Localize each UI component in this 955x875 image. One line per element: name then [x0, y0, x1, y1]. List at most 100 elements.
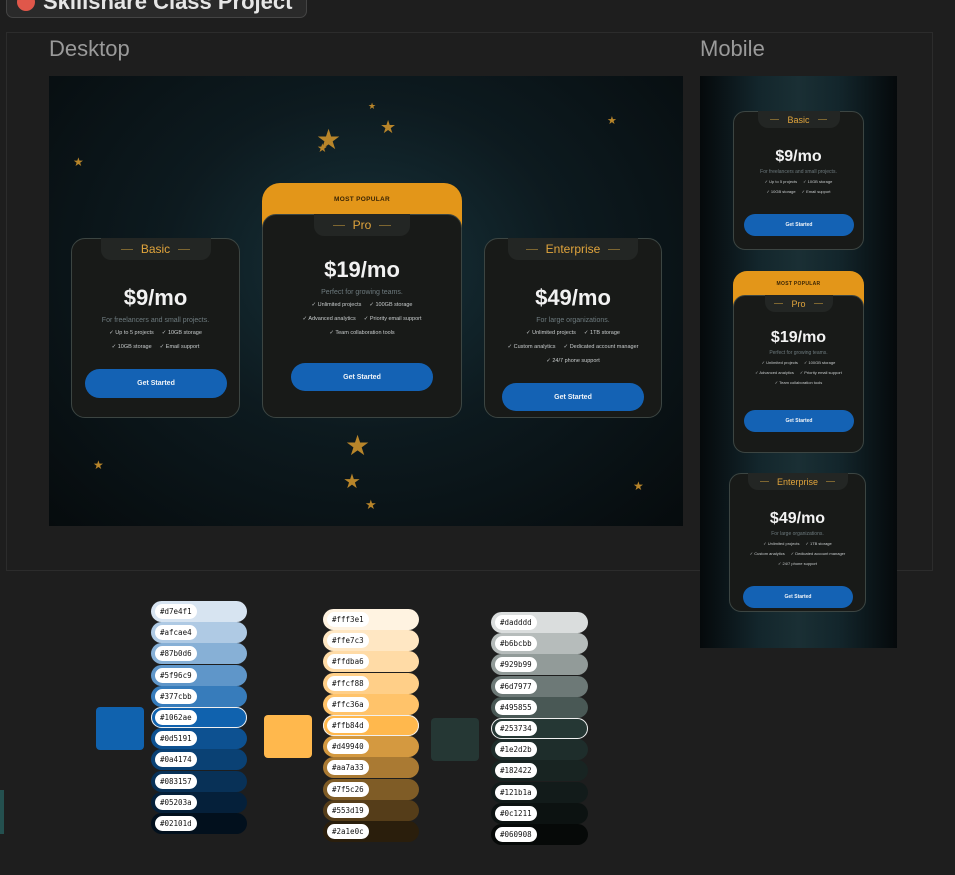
gray-shade-row[interactable]: #929b99	[491, 654, 588, 676]
blue-shade-row[interactable]: #1062ae	[151, 707, 247, 728]
feature-row: ✓ 10GB storage ✓ Email support	[72, 344, 239, 350]
gray-shade-row[interactable]: #495855	[491, 696, 588, 718]
blue-shade-row[interactable]: #05203a	[151, 791, 247, 813]
enterprise-plan-card: Enterprise $49/mo For large organization…	[484, 238, 662, 418]
star-icon: ★	[380, 117, 397, 137]
hex-code-label: #0c1211	[495, 805, 537, 821]
mobile-basic-plan-tab: Basic	[757, 111, 840, 128]
hex-code-label: #b6bcbb	[495, 636, 537, 652]
hex-code-label: #182422	[495, 763, 537, 779]
feature-item: ✓ 1TB storage	[805, 541, 832, 546]
blue-shade-row[interactable]: #d7e4f1	[151, 601, 247, 622]
blue-shade-row[interactable]: #87b0d6	[151, 643, 247, 665]
gray-shade-row[interactable]: #060908	[491, 824, 588, 845]
blue-shade-row[interactable]: #afcae4	[151, 622, 247, 644]
feature-item: ✓ Email support	[159, 344, 200, 350]
orange-shade-row[interactable]: #ffb84d	[323, 715, 419, 736]
star-icon: ★	[633, 479, 644, 493]
feature-row: ✓ Unlimited projects ✓ 1TB storage	[485, 330, 661, 336]
hex-code-label: #fff3e1	[327, 612, 369, 627]
pro-get-started-button[interactable]: Get Started	[291, 363, 433, 391]
mobile-basic-plan-card: Basic $9/mo For freelancers and small pr…	[733, 111, 864, 250]
feature-row: ✓ Unlimited projects ✓ 1TB storage	[730, 541, 865, 546]
gray-shade-row[interactable]: #b6bcbb	[491, 633, 588, 655]
gray-shade-row[interactable]: #dadddd	[491, 612, 588, 633]
orange-shade-row[interactable]: #d49940	[323, 736, 419, 758]
gray-shade-row[interactable]: #121b1a	[491, 781, 588, 803]
feature-row: ✓ Team collaboration tools	[734, 380, 863, 385]
feature-row: ✓ Advanced analytics ✓ Priority email su…	[263, 316, 461, 322]
plan-price: $9/mo	[123, 285, 188, 310]
mobile-enterprise-get-started-button[interactable]: Get Started	[743, 586, 853, 608]
blue-shade-row[interactable]: #0a4174	[151, 749, 247, 771]
gray-base-swatch[interactable]	[431, 718, 479, 761]
feature-row: ✓ Up to 5 projects ✓ 10GB storage	[734, 179, 863, 184]
basic-plan-card: Basic $9/mo For freelancers and small pr…	[71, 238, 240, 418]
orange-shade-row[interactable]: #ffe7c3	[323, 630, 419, 652]
gray-shade-row[interactable]: #1e2d2b	[491, 739, 588, 761]
hex-code-label: #5f96c9	[155, 667, 197, 683]
orange-shade-row[interactable]: #ffc36a	[323, 693, 419, 715]
feature-item: ✓ 24/7 phone support	[778, 561, 817, 566]
feature-item: ✓ 100GB storage	[369, 302, 413, 308]
hex-code-label: #929b99	[495, 657, 537, 673]
feature-item: ✓ Priority email support	[799, 370, 842, 375]
feature-item: ✓ 1TB storage	[583, 330, 620, 336]
star-icon: ★	[368, 101, 377, 111]
orange-shade-row[interactable]: #aa7a33	[323, 757, 419, 779]
pro-plan-tab: Pro	[314, 214, 410, 236]
hex-code-label: #afcae4	[155, 625, 197, 641]
hex-code-label: #1062ae	[155, 710, 197, 725]
feature-item: ✓ Dedicated account manager	[563, 344, 639, 350]
orange-shade-row[interactable]: #ffcf88	[323, 672, 419, 694]
feature-item: ✓ 10GB storage	[766, 189, 796, 194]
desktop-artboard[interactable]: ★ ★ ★ ★ ★ ★ ★ ★ ★ ★ ★ Basic $9/mo For fr…	[49, 76, 683, 526]
feature-item: ✓ Dedicated account manager	[790, 551, 846, 556]
orange-base-swatch[interactable]	[264, 715, 312, 758]
enterprise-get-started-button[interactable]: Get Started	[502, 383, 644, 411]
mobile-artboard[interactable]: Basic $9/mo For freelancers and small pr…	[700, 76, 897, 648]
feature-item: ✓ 100GB storage	[803, 360, 836, 365]
plan-tagline: Perfect for growing teams.	[321, 289, 403, 296]
blue-shade-row[interactable]: #0d5191	[151, 728, 247, 750]
basic-get-started-button[interactable]: Get Started	[85, 369, 227, 398]
orange-shade-row[interactable]: #fff3e1	[323, 609, 419, 630]
project-title-tag[interactable]: Skillshare Class Project	[6, 0, 308, 18]
plan-name: Basic	[140, 242, 171, 256]
feature-item: ✓ Email support	[801, 189, 831, 194]
feature-item: ✓ Up to 5 projects	[109, 330, 154, 336]
hex-code-label: #d49940	[327, 739, 369, 755]
blue-base-swatch[interactable]	[96, 707, 144, 750]
hex-code-label: #495855	[495, 699, 537, 715]
mobile-basic-get-started-button[interactable]: Get Started	[744, 214, 854, 236]
gray-shade-row[interactable]: #182422	[491, 760, 588, 782]
feature-item: ✓ Priority email support	[363, 316, 422, 322]
hex-code-label: #02101d	[155, 816, 197, 831]
feature-row: ✓ 24/7 phone support	[485, 358, 661, 364]
orange-shade-row[interactable]: #553d19	[323, 799, 419, 821]
star-icon: ★	[345, 430, 371, 461]
plan-price: $9/mo	[775, 148, 822, 165]
mobile-enterprise-plan-card: Enterprise $49/mo For large organization…	[729, 473, 866, 612]
blue-shade-row[interactable]: #02101d	[151, 813, 247, 834]
orange-shade-row[interactable]: #7f5c26	[323, 778, 419, 800]
blue-shade-row[interactable]: #5f96c9	[151, 664, 247, 686]
orange-shade-row[interactable]: #2a1e0c	[323, 821, 419, 842]
feature-row: ✓ Custom analytics ✓ Dedicated account m…	[730, 551, 865, 556]
project-dot-icon	[17, 0, 35, 11]
hex-code-label: #05203a	[155, 794, 197, 810]
feature-row: ✓ Unlimited projects ✓ 100GB storage	[263, 302, 461, 308]
feature-item: ✓ Custom analytics	[749, 551, 785, 556]
feature-item: ✓ 24/7 phone support	[546, 358, 600, 364]
hex-code-label: #2a1e0c	[327, 824, 369, 839]
plan-price: $49/mo	[769, 510, 826, 527]
feature-item: ✓ Custom analytics	[507, 344, 556, 350]
orange-shade-row[interactable]: #ffdba6	[323, 651, 419, 673]
blue-shade-row[interactable]: #083157	[151, 770, 247, 792]
feature-item: ✓ Unlimited projects	[763, 541, 800, 546]
gray-shade-row[interactable]: #6d7977	[491, 675, 588, 697]
mobile-pro-get-started-button[interactable]: Get Started	[744, 410, 854, 432]
gray-shade-row[interactable]: #0c1211	[491, 802, 588, 824]
blue-shade-row[interactable]: #377cbb	[151, 685, 247, 707]
gray-shade-row[interactable]: #253734	[491, 718, 588, 739]
